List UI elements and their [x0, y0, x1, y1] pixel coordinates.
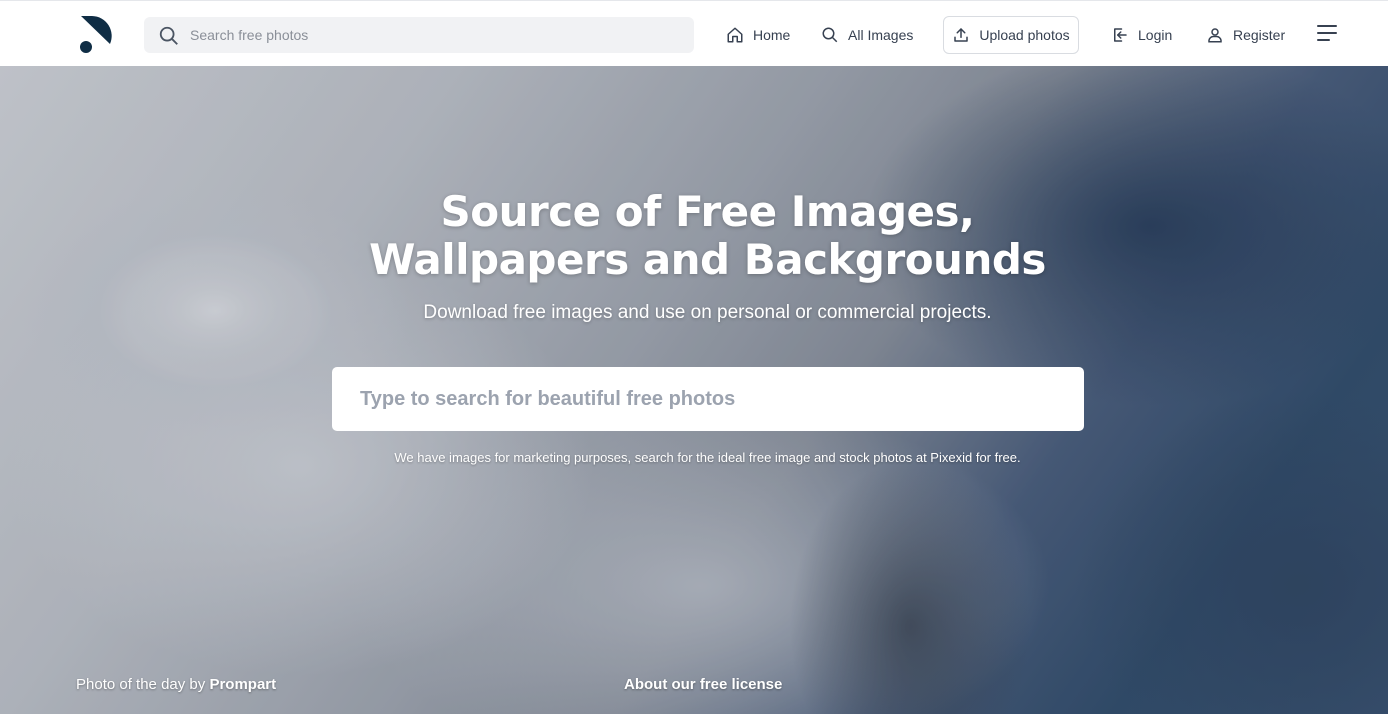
nav-all-images[interactable]: All Images	[821, 17, 913, 53]
search-icon	[822, 27, 838, 43]
header-search-box	[144, 17, 694, 53]
upload-photos-button[interactable]: Upload photos	[943, 16, 1079, 54]
header-search-input[interactable]	[190, 17, 680, 53]
hero-search-input[interactable]	[360, 367, 1060, 431]
hero-banner: Source of Free Images, Wallpapers and Ba…	[0, 66, 1388, 714]
hero-subtitle: Download free images and use on personal…	[423, 302, 992, 323]
nav-home[interactable]: Home	[726, 17, 790, 53]
user-icon	[1208, 28, 1222, 43]
nav-register[interactable]: Register	[1206, 17, 1285, 53]
menu-icon	[1317, 25, 1337, 41]
nav-login[interactable]: Login	[1111, 17, 1172, 53]
nav-home-label: Home	[753, 27, 791, 43]
menu-button[interactable]	[1316, 23, 1338, 43]
hero-note: We have images for marketing purposes, s…	[394, 450, 1021, 465]
search-icon[interactable]	[158, 25, 180, 47]
nav-all-images-label: All Images	[848, 27, 914, 43]
photo-credit: Photo of the day by Prompart	[76, 676, 276, 693]
nav-login-label: Login	[1138, 27, 1173, 43]
login-icon	[1114, 28, 1127, 42]
photo-credit-prefix: Photo of the day by	[76, 676, 206, 693]
home-icon	[727, 27, 743, 43]
photo-credit-author-link[interactable]: Prompart	[209, 676, 276, 693]
logo-icon	[80, 16, 112, 53]
free-license-link[interactable]: About our free license	[624, 676, 782, 693]
hero-search-box	[332, 367, 1084, 431]
site-logo[interactable]	[78, 16, 114, 54]
site-header: Home All Images Upload photos Login Regi…	[0, 0, 1388, 66]
upload-icon	[954, 28, 969, 42]
hero-title-line1: Source of Free Images,	[440, 187, 975, 236]
hero-title-line2: Wallpapers and Backgrounds	[369, 235, 1046, 284]
upload-photos-label: Upload photos	[979, 27, 1070, 43]
nav-register-label: Register	[1233, 27, 1286, 43]
hero-title: Source of Free Images, Wallpapers and Ba…	[0, 188, 1388, 284]
